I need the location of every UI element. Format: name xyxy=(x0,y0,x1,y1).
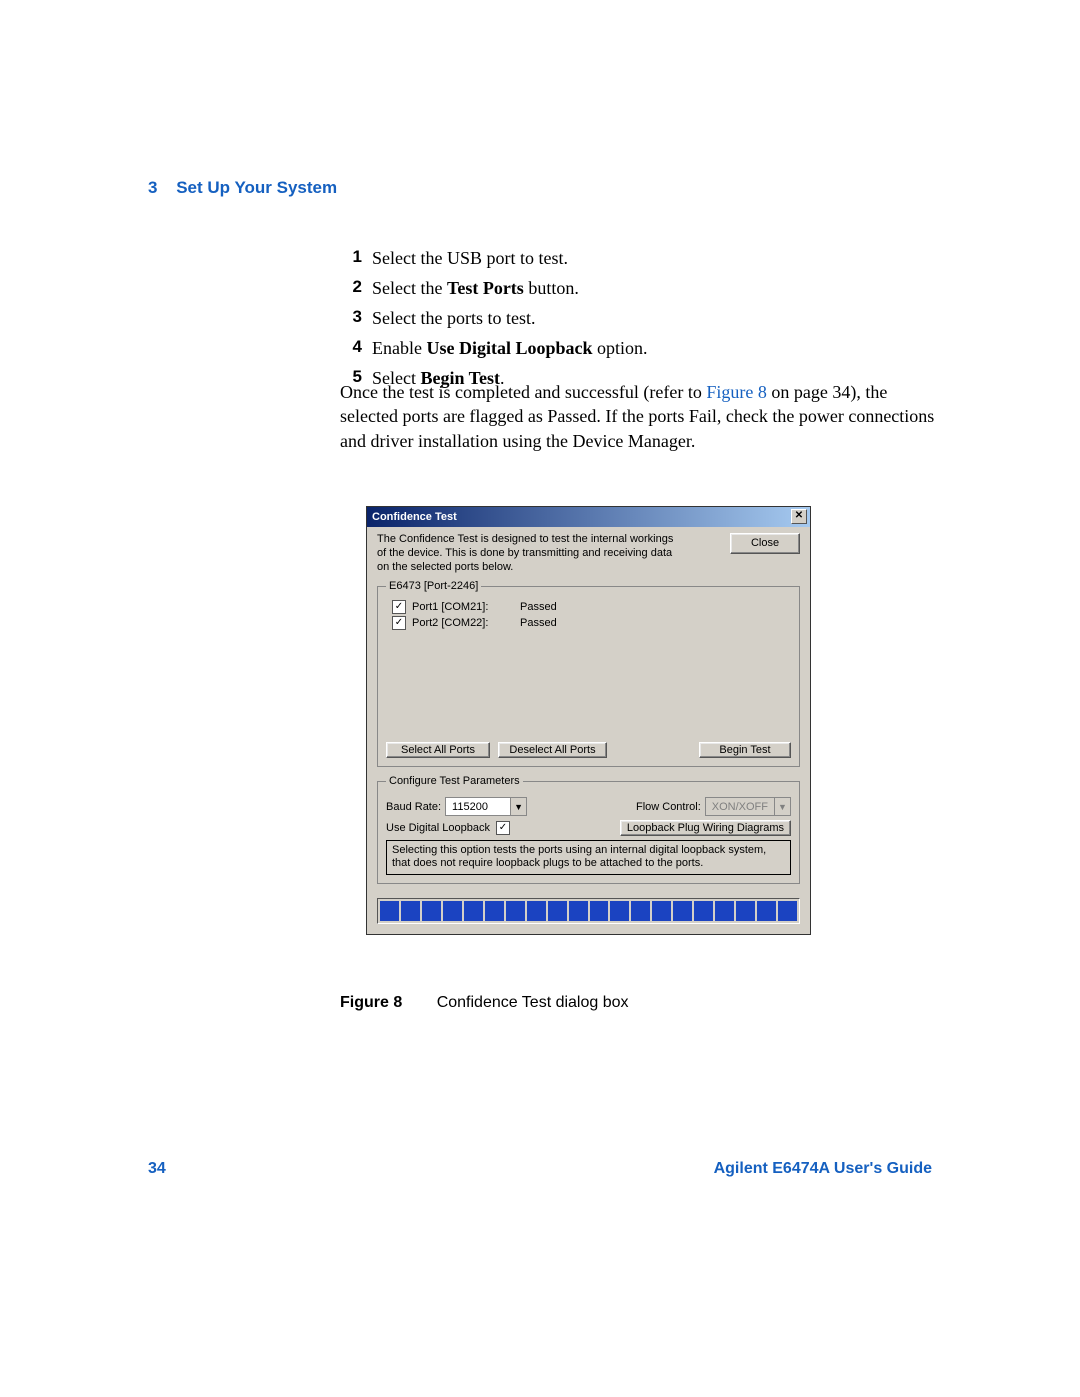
params-fieldset: Configure Test Parameters Baud Rate: 115… xyxy=(377,775,800,883)
flow-control-label: Flow Control: xyxy=(636,801,701,813)
port-row: ✓ Port1 [COM21]: Passed xyxy=(392,600,791,614)
section-number: 3 xyxy=(148,178,157,197)
loopback-label: Use Digital Loopback xyxy=(386,822,490,834)
figure-caption-text: Confidence Test dialog box xyxy=(437,994,629,1011)
figure-label: Figure 8 xyxy=(340,994,402,1011)
step-2: 2 Select the Test Ports button. xyxy=(340,275,930,301)
step-number: 2 xyxy=(340,275,362,301)
step-3: 3 Select the ports to test. xyxy=(340,305,930,331)
step-number: 3 xyxy=(340,305,362,331)
result-paragraph: Once the test is completed and successfu… xyxy=(340,380,935,453)
port1-checkbox[interactable]: ✓ xyxy=(392,600,406,614)
begin-test-button[interactable]: Begin Test xyxy=(699,742,791,758)
port1-status: Passed xyxy=(520,601,557,613)
loopback-info: Selecting this option tests the ports us… xyxy=(386,840,791,874)
confidence-test-dialog: Confidence Test ✕ The Confidence Test is… xyxy=(366,506,811,935)
step-text: Select the Test Ports button. xyxy=(372,275,579,301)
step-text: Enable Use Digital Loopback option. xyxy=(372,335,648,361)
wiring-diagrams-button[interactable]: Loopback Plug Wiring Diagrams xyxy=(620,820,791,836)
flow-control-combo: XON/XOFF ▼ xyxy=(705,797,791,816)
steps-list: 1 Select the USB port to test. 2 Select … xyxy=(340,245,930,395)
figure-caption: Figure 8 Confidence Test dialog box xyxy=(340,994,629,1012)
step-number: 4 xyxy=(340,335,362,361)
ports-fieldset: E6473 [Port-2246] ✓ Port1 [COM21]: Passe… xyxy=(377,580,800,767)
port-row: ✓ Port2 [COM22]: Passed xyxy=(392,616,791,630)
titlebar: Confidence Test ✕ xyxy=(367,507,810,527)
port2-status: Passed xyxy=(520,617,557,629)
port1-label: Port1 [COM21]: xyxy=(412,601,504,613)
baud-rate-combo[interactable]: 115200 ▼ xyxy=(445,797,527,816)
port2-label: Port2 [COM22]: xyxy=(412,617,504,629)
section-title: Set Up Your System xyxy=(176,178,337,197)
baud-rate-label: Baud Rate: xyxy=(386,801,441,813)
page-number: 34 xyxy=(148,1160,166,1178)
select-all-button[interactable]: Select All Ports xyxy=(386,742,490,758)
flow-control-value: XON/XOFF xyxy=(706,801,774,813)
port2-checkbox[interactable]: ✓ xyxy=(392,616,406,630)
step-text: Select the ports to test. xyxy=(372,305,535,331)
ports-legend: E6473 [Port-2246] xyxy=(386,580,481,592)
dialog-intro: The Confidence Test is designed to test … xyxy=(377,533,677,574)
section-header: 3 Set Up Your System xyxy=(148,178,337,198)
step-number: 1 xyxy=(340,245,362,271)
close-button[interactable]: Close xyxy=(730,533,800,554)
step-4: 4 Enable Use Digital Loopback option. xyxy=(340,335,930,361)
step-1: 1 Select the USB port to test. xyxy=(340,245,930,271)
step-text: Select the USB port to test. xyxy=(372,245,568,271)
figure-xref: Figure 8 xyxy=(706,382,767,402)
progress-bar xyxy=(377,898,800,924)
page-footer: 34 Agilent E6474A User's Guide xyxy=(148,1160,932,1178)
chevron-down-icon: ▼ xyxy=(510,798,526,815)
dialog-title: Confidence Test xyxy=(372,511,457,523)
params-legend: Configure Test Parameters xyxy=(386,775,523,787)
chevron-down-icon: ▼ xyxy=(774,798,790,815)
close-icon[interactable]: ✕ xyxy=(791,509,807,524)
loopback-checkbox[interactable]: ✓ xyxy=(496,821,510,835)
guide-title: Agilent E6474A User's Guide xyxy=(714,1160,932,1178)
deselect-all-button[interactable]: Deselect All Ports xyxy=(498,742,607,758)
baud-rate-value: 115200 xyxy=(446,801,510,813)
